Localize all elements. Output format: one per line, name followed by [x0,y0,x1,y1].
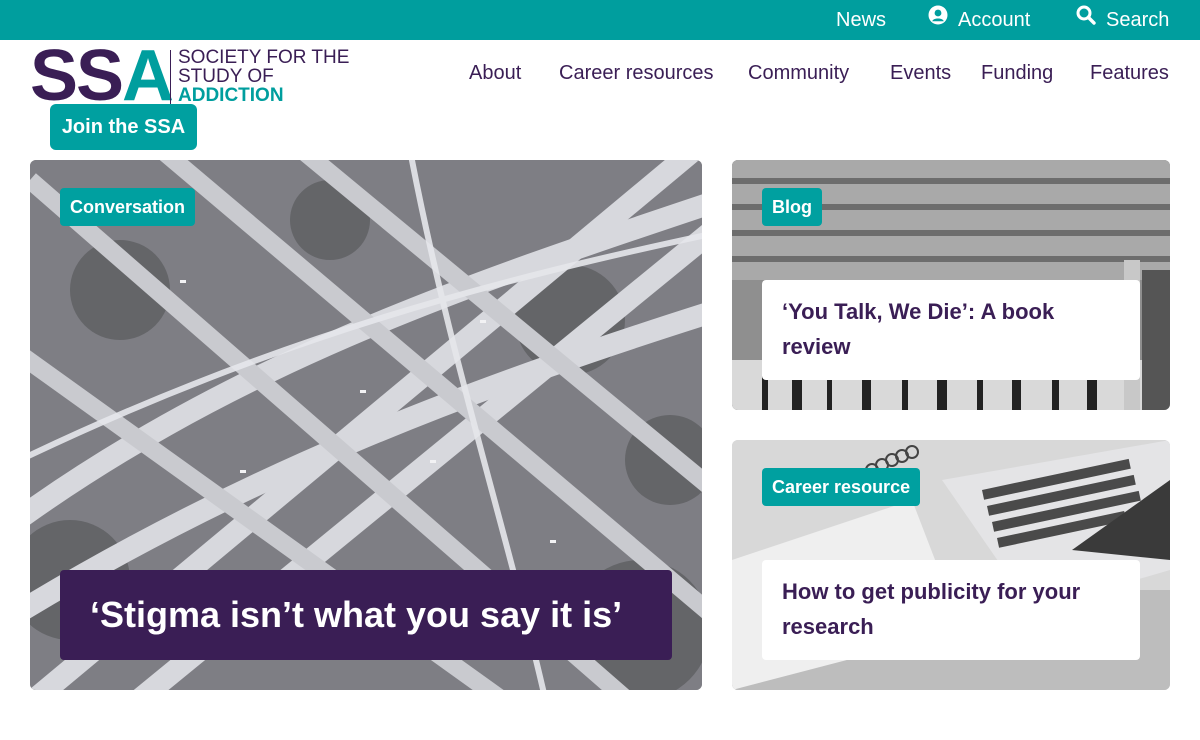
category-tag[interactable]: Conversation [60,188,196,226]
nav-events[interactable]: Events [890,62,951,85]
feature-article-card[interactable]: Conversation ‘Stigma isn’t what you say … [30,160,702,690]
category-tag[interactable]: Blog [762,188,822,226]
search-link[interactable]: Search [1076,0,1169,40]
career-resource-title[interactable]: How to get publicity for your research [762,560,1140,660]
news-link[interactable]: News [836,0,886,40]
nav-community[interactable]: Community [748,62,849,85]
account-link[interactable]: Account [928,0,1030,40]
nav-about[interactable]: About [469,62,521,85]
category-tag[interactable]: Career resource [762,468,921,506]
nav-features[interactable]: Features [1090,62,1169,85]
feature-article-title[interactable]: ‘Stigma isn’t what you say it is’ [60,570,672,660]
account-icon [928,0,948,39]
career-resource-card[interactable]: Career resource How to get publicity for… [732,440,1170,690]
main-navigation: About Career resources Community Events … [0,62,1200,92]
blog-article-title[interactable]: ‘You Talk, We Die’: A book review [762,280,1140,380]
nav-funding[interactable]: Funding [981,62,1053,85]
blog-article-card[interactable]: Blog ‘You Talk, We Die’: A book review [732,160,1170,410]
nav-career-resources[interactable]: Career resources [559,62,714,85]
join-the-ssa-button[interactable]: Join the SSA [50,104,197,150]
search-icon [1076,0,1096,39]
search-label: Search [1106,9,1170,31]
top-utility-bar: News Account Search [0,0,1200,40]
account-label: Account [958,9,1031,31]
